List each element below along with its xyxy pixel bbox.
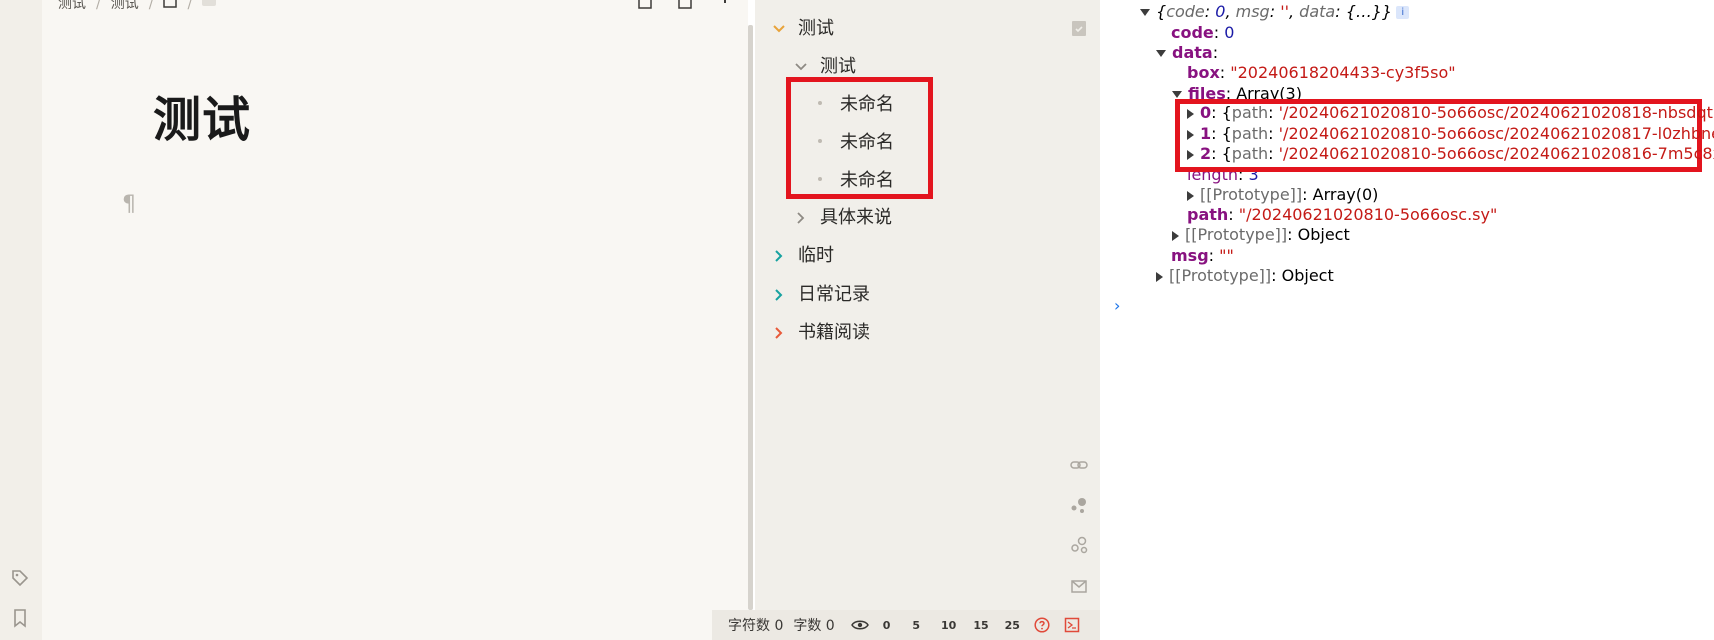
word-count: 字数 0 xyxy=(793,618,835,634)
expand-triangle-icon[interactable] xyxy=(1187,108,1194,119)
zoom-level[interactable]: 0 xyxy=(883,619,891,632)
tree-item-child[interactable]: 未命名 xyxy=(818,163,894,195)
console-property[interactable]: [[Prototype]]: Object xyxy=(1156,267,1334,285)
left-dock xyxy=(0,0,42,640)
breadcrumb-item[interactable]: 测试 xyxy=(111,0,139,13)
link-icon[interactable] xyxy=(1069,455,1089,475)
doc-icon[interactable] xyxy=(163,0,178,12)
bullet-icon xyxy=(818,139,822,143)
info-icon[interactable]: i xyxy=(1396,6,1410,19)
tree-item-child[interactable]: 未命名 xyxy=(818,125,894,157)
console-array-entry[interactable]: 1: {path: '/20240621020810-5o66osc/20240… xyxy=(1187,125,1714,143)
tree-item-label: 未命名 xyxy=(840,94,894,115)
expand-triangle-icon[interactable] xyxy=(1156,50,1166,57)
export-icon[interactable] xyxy=(678,0,692,9)
paragraph-marker[interactable]: ¶ xyxy=(122,192,136,217)
zoom-level[interactable]: 5 xyxy=(912,619,920,632)
editor-area xyxy=(42,0,748,640)
expand-triangle-icon[interactable] xyxy=(1140,9,1150,16)
char-count: 字符数 0 xyxy=(728,618,784,634)
console-property: box: "20240618204433-cy3f5so" xyxy=(1187,63,1456,82)
zoom-level[interactable]: 25 xyxy=(1005,619,1020,632)
console-array-entry[interactable]: 2: {path: '/20240621020810-5o66osc/20240… xyxy=(1187,145,1714,163)
graph-icon[interactable] xyxy=(1069,495,1089,515)
chevron-down-icon[interactable] xyxy=(794,58,808,72)
expand-triangle-icon[interactable] xyxy=(1187,149,1194,160)
breadcrumb-item[interactable]: 测试 xyxy=(58,0,86,13)
chevron-right-icon[interactable] xyxy=(794,209,808,224)
expand-triangle-icon[interactable] xyxy=(1172,230,1179,241)
chevron-right-icon[interactable] xyxy=(772,247,786,262)
bookmark-icon[interactable] xyxy=(10,608,30,628)
console-property[interactable]: [[Prototype]]: Array(0) xyxy=(1187,186,1378,204)
help-icon[interactable] xyxy=(1034,617,1050,633)
tree-item-notebook[interactable]: 日常记录 xyxy=(772,277,870,309)
tree-item-label: 未命名 xyxy=(840,170,894,191)
expand-triangle-icon[interactable] xyxy=(1187,190,1194,201)
tree-item-doc[interactable]: 具体来说 xyxy=(794,200,892,232)
console-property[interactable]: [[Prototype]]: Object xyxy=(1172,226,1350,244)
tree-item-notebook[interactable]: 书籍阅读 xyxy=(772,315,870,347)
tree-item-label: 书籍阅读 xyxy=(798,322,870,343)
editor-scrollbar[interactable] xyxy=(748,25,753,610)
console-property[interactable]: data: xyxy=(1156,44,1218,62)
mail-icon[interactable] xyxy=(1069,576,1089,596)
console-property: code: 0 xyxy=(1171,23,1235,42)
error-icon[interactable] xyxy=(1064,617,1080,633)
lock-icon[interactable] xyxy=(638,0,652,9)
expand-triangle-icon[interactable] xyxy=(1187,129,1194,140)
tree-item-child[interactable]: 未命名 xyxy=(818,87,894,119)
breadcrumb: 测试 / 测试 / / xyxy=(58,0,217,12)
tree-item-label: 未命名 xyxy=(840,132,894,153)
chevron-right-icon[interactable] xyxy=(772,324,786,339)
tree-item-notebook[interactable]: 临时 xyxy=(772,238,834,270)
block-icon[interactable] xyxy=(202,0,217,12)
global-graph-icon[interactable] xyxy=(1069,535,1089,555)
tree-item-notebook[interactable]: 测试 xyxy=(772,11,834,43)
tree-item-label: 测试 xyxy=(820,56,856,77)
chevron-right-icon[interactable] xyxy=(772,286,786,301)
tree-item-label: 测试 xyxy=(798,18,834,39)
tag-icon[interactable] xyxy=(10,568,30,588)
more-icon[interactable] xyxy=(722,0,736,5)
console-array-entry[interactable]: 0: {path: '/20240621020810-5o66osc/20240… xyxy=(1187,104,1714,122)
bullet-icon xyxy=(818,101,822,105)
zoom-level[interactable]: 15 xyxy=(973,619,988,632)
console-property: path: "/20240621020810-5o66osc.sy" xyxy=(1187,205,1498,224)
console-prompt[interactable]: › xyxy=(1114,296,1120,315)
calendar-check-icon[interactable] xyxy=(1069,18,1089,38)
chevron-down-icon[interactable] xyxy=(772,20,786,34)
tree-item-label: 临时 xyxy=(798,245,834,266)
tree-item-label: 日常记录 xyxy=(798,284,870,305)
expand-triangle-icon[interactable] xyxy=(1156,271,1163,282)
zoom-level[interactable]: 10 xyxy=(941,619,956,632)
tree-item-label: 具体来说 xyxy=(820,207,892,228)
console-object-summary[interactable]: {code: 0, msg: '', data: {…}} i xyxy=(1140,3,1410,21)
expand-triangle-icon[interactable] xyxy=(1172,91,1182,98)
eye-icon[interactable] xyxy=(850,619,869,631)
bullet-icon xyxy=(818,177,822,181)
document-title[interactable]: 测试 xyxy=(153,80,251,150)
console-property: msg: "" xyxy=(1171,246,1234,265)
status-bar: 字符数 0 字数 0 0 5 10 15 25 xyxy=(712,610,1100,640)
